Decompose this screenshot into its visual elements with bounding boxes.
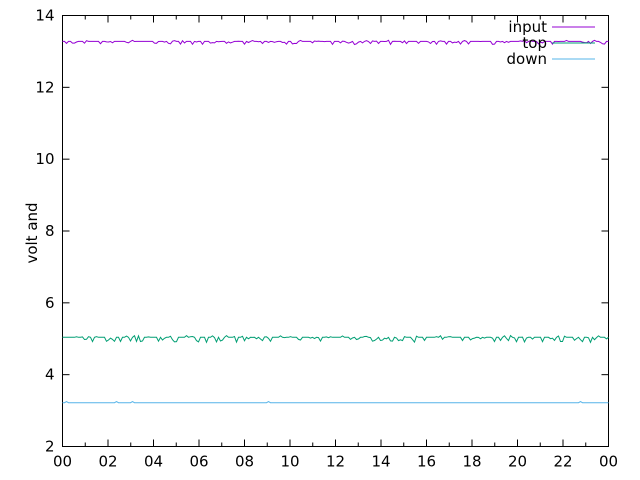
y-tick-label: 4 — [45, 366, 55, 384]
voltage-line-chart: 00 02 04 06 08 10 12 14 16 18 20 22 002468101214volt… — [23, 7, 618, 471]
y-tick-label: 2 — [45, 438, 55, 456]
y-axis-title: volt and — [23, 202, 41, 263]
x-tick-label: 20 — [508, 453, 527, 471]
x-tick-label: 06 — [189, 453, 208, 471]
x-tick-label: 02 — [98, 453, 117, 471]
x-tick-label: 18 — [462, 453, 481, 471]
y-tick-label: 8 — [45, 222, 55, 240]
x-tick-label: 08 — [235, 453, 254, 471]
x-tick-label: 22 — [553, 453, 572, 471]
x-tick-label: 10 — [280, 453, 299, 471]
y-tick-label: 6 — [45, 294, 55, 312]
gnuplot-plot-window: 00 02 04 06 08 10 12 14 16 18 20 22 00 2 4 6 8 10 12 14 volt… — [0, 0, 640, 480]
x-tick-label: 16 — [417, 453, 436, 471]
x-tick-label: 00 — [53, 453, 72, 471]
x-tick-label: 00 — [599, 453, 618, 471]
y-tick-label: 10 — [35, 150, 54, 168]
series-line-top — [62, 334, 609, 344]
x-tick-label: 12 — [326, 453, 345, 471]
x-tick-label: 14 — [371, 453, 390, 471]
plot-border — [62, 15, 609, 447]
legend-label-down: down — [507, 50, 547, 68]
y-tick-label: 12 — [35, 78, 54, 96]
series-line-down — [62, 401, 609, 404]
y-tick-label: 14 — [35, 7, 54, 25]
x-tick-label: 04 — [144, 453, 163, 471]
